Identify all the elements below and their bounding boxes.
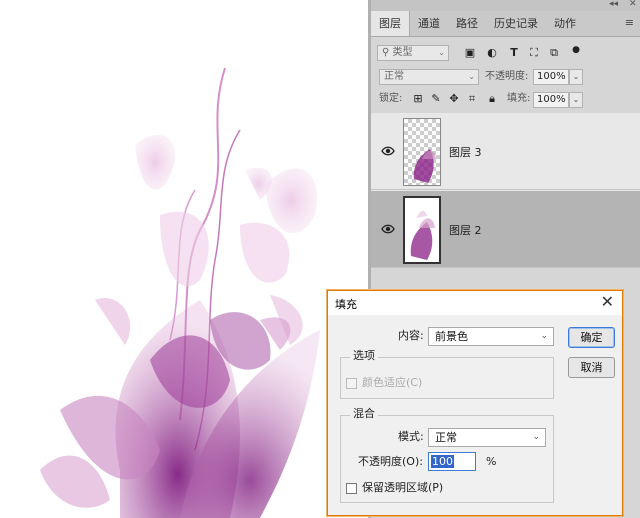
tab-layers[interactable]: 图层 <box>371 11 410 36</box>
panel-menu-icon[interactable]: ≡ <box>625 16 634 29</box>
lock-label: 锁定: <box>379 93 403 104</box>
mode-label: 模式: <box>398 430 424 443</box>
mode-value: 正常 <box>435 431 457 444</box>
chevron-down-icon: ⌄ <box>532 432 540 442</box>
lock-artboard-icon[interactable]: ⌗ <box>465 92 479 106</box>
fill-dropdown-icon[interactable]: ⌄ <box>569 92 583 108</box>
layer-name[interactable]: 图层 3 <box>449 144 482 160</box>
opacity-label: 不透明度(O): <box>358 455 423 468</box>
fill-dialog: 填充 ✕ 内容: 前景色 ⌄ 确定 取消 选项 颜色适应(C) 混合 模式: 正… <box>327 290 623 516</box>
blend-mode-value: 正常 <box>384 71 404 82</box>
opacity-input[interactable]: 100% <box>533 69 569 85</box>
content-label: 内容: <box>398 329 424 342</box>
filter-toggle-icon[interactable]: ● <box>569 43 583 57</box>
color-adapt-checkbox[interactable] <box>346 378 357 389</box>
blending-group-title: 混合 <box>350 407 378 421</box>
chevron-down-icon: ⌄ <box>540 331 548 341</box>
dialog-title: 填充 <box>335 298 357 311</box>
type-layer-filter-icon[interactable]: T <box>507 46 521 60</box>
dialog-titlebar <box>328 291 622 315</box>
pixel-layer-filter-icon[interactable]: ▣ <box>463 46 477 60</box>
document-canvas[interactable] <box>0 0 368 518</box>
chevron-down-icon: ⌄ <box>468 72 475 81</box>
layer-filter-select[interactable]: ⚲ 类型 ⌄ <box>377 45 449 61</box>
eye-icon[interactable] <box>381 223 395 235</box>
color-adapt-label: 颜色适应(C) <box>362 376 423 389</box>
close-panel-icon[interactable]: ✕ <box>629 0 637 9</box>
adjustment-layer-filter-icon[interactable]: ◐ <box>485 46 499 60</box>
layers-list: 图层 3 图层 2 <box>371 113 640 268</box>
fill-input[interactable]: 100% <box>533 92 569 108</box>
flower-thumbnail-image <box>410 210 435 260</box>
tab-paths[interactable]: 路径 <box>448 11 486 36</box>
tab-channels[interactable]: 通道 <box>410 11 448 36</box>
preserve-transparency-checkbox[interactable] <box>346 483 357 494</box>
layer-thumbnail[interactable] <box>403 118 441 186</box>
flower-thumbnail-image <box>413 149 436 183</box>
chevron-down-icon: ⌄ <box>438 48 445 57</box>
opacity-dropdown-icon[interactable]: ⌄ <box>569 69 583 85</box>
content-value: 前景色 <box>435 330 468 343</box>
lock-image-pixels-icon[interactable]: ✎ <box>429 92 443 106</box>
opacity-input[interactable]: 100 <box>428 452 476 471</box>
layer-row[interactable]: 图层 3 <box>371 113 640 190</box>
tab-history[interactable]: 历史记录 <box>486 11 546 36</box>
close-icon[interactable]: ✕ <box>601 293 614 311</box>
cancel-button[interactable]: 取消 <box>568 357 615 378</box>
lock-row: 锁定: ⊞ ✎ ✥ ⌗ 🔒︎ 填充: 100% ⌄ <box>371 89 640 111</box>
opacity-value: 100 <box>431 455 454 468</box>
collapse-panels-icon[interactable]: ◂◂ <box>609 0 618 9</box>
flower-artwork <box>40 67 320 518</box>
search-icon: ⚲ <box>382 47 390 58</box>
fill-label: 填充: <box>507 93 531 104</box>
options-group-title: 选项 <box>350 349 378 363</box>
panel-tabs: 图层 通道 路径 历史记录 动作 ≡ <box>371 11 640 37</box>
layer-name[interactable]: 图层 2 <box>449 222 482 238</box>
lock-transparent-pixels-icon[interactable]: ⊞ <box>411 92 425 106</box>
layer-thumbnail[interactable] <box>403 196 441 264</box>
tab-actions[interactable]: 动作 <box>546 11 584 36</box>
ok-button[interactable]: 确定 <box>568 327 615 348</box>
eye-icon[interactable] <box>381 145 395 157</box>
lock-position-icon[interactable]: ✥ <box>447 92 461 106</box>
smart-object-filter-icon[interactable]: ⧉ <box>547 46 561 60</box>
lock-all-icon[interactable]: 🔒︎ <box>485 92 499 106</box>
panel-topbar: ◂◂ ✕ <box>371 0 640 11</box>
shape-layer-filter-icon[interactable]: ⛶ <box>527 46 541 60</box>
mode-select[interactable]: 正常 ⌄ <box>428 428 546 447</box>
layer-filter-row: ⚲ 类型 ⌄ ▣ ◐ T ⛶ ⧉ ● <box>371 40 640 66</box>
layer-row-selected[interactable]: 图层 2 <box>371 191 640 268</box>
preserve-transparency-label: 保留透明区域(P) <box>362 481 444 494</box>
opacity-unit: % <box>486 455 497 468</box>
blend-mode-select[interactable]: 正常 ⌄ <box>379 69 479 85</box>
content-select[interactable]: 前景色 ⌄ <box>428 327 554 346</box>
blend-row: 正常 ⌄ 不透明度: 100% ⌄ <box>371 66 640 88</box>
opacity-label: 不透明度: <box>485 71 529 82</box>
filter-type-label: 类型 <box>392 47 413 58</box>
